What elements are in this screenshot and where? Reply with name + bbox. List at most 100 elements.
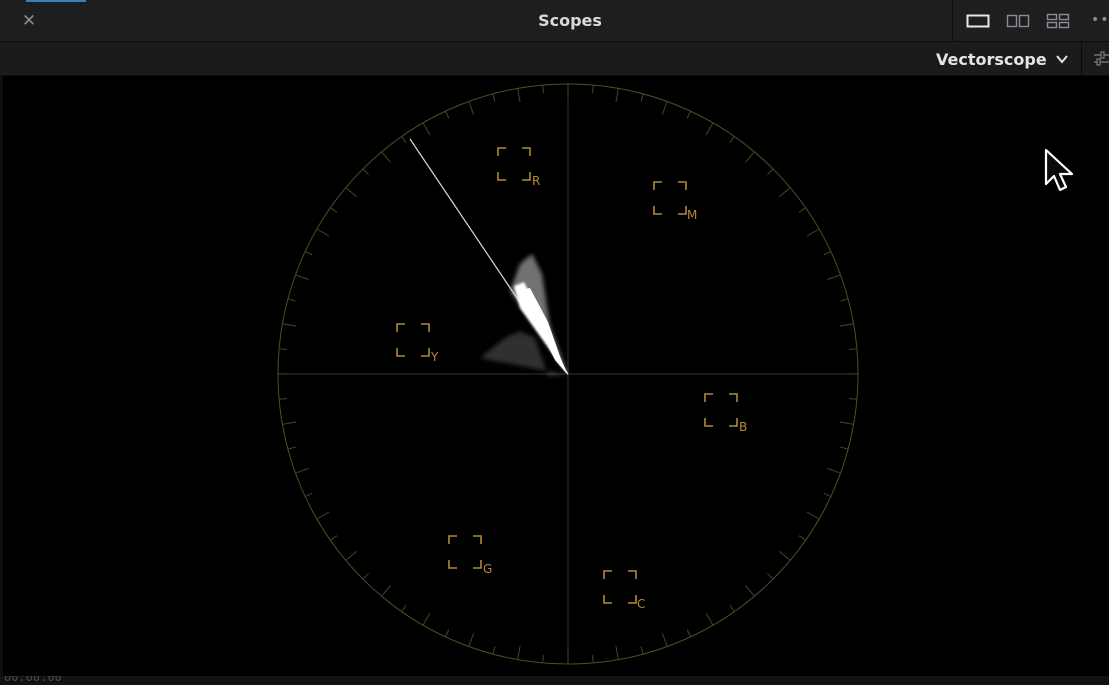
graticule-tick	[517, 645, 521, 660]
graticule-tick	[729, 136, 735, 144]
graticule-tick	[381, 151, 391, 163]
target-label: R	[532, 174, 540, 188]
target-m: M	[653, 181, 697, 222]
graticule-tick	[745, 585, 755, 597]
graticule-tick	[806, 228, 820, 237]
target-label: M	[687, 208, 697, 222]
graticule-tick	[492, 646, 496, 655]
graticule-tick	[686, 629, 692, 638]
graticule-tick	[542, 654, 544, 663]
graticule-tick	[316, 228, 330, 237]
target-r: R	[497, 147, 540, 188]
timecode: 00:00:00	[4, 676, 62, 684]
vectorscope-graticule: R M Y B G C	[277, 83, 859, 665]
graticule-tick	[295, 274, 309, 281]
dual-view-button[interactable]	[1005, 11, 1031, 31]
graticule-tick	[316, 511, 330, 520]
graticule-tick	[592, 85, 594, 94]
chevron-down-icon	[1055, 55, 1068, 64]
graticule-tick	[839, 421, 854, 425]
graticule-tick	[779, 187, 791, 197]
graticule-tick	[282, 421, 297, 425]
graticule-tick	[767, 168, 774, 175]
graticule-tick	[295, 467, 309, 474]
target-label: Y	[430, 350, 439, 364]
graticule-tick	[840, 446, 849, 450]
status-strip: 00:00:00	[0, 676, 1109, 685]
graticule-tick	[661, 633, 668, 647]
sliders-glyph	[1094, 51, 1109, 66]
graticule-tick	[492, 93, 496, 102]
target-y: Y	[396, 323, 439, 364]
vectorscope-trace	[480, 254, 568, 376]
graticule-tick	[705, 122, 714, 136]
title-bar: ✕ Scopes ••	[0, 0, 1109, 42]
target-label: C	[637, 597, 645, 611]
target-b: B	[704, 393, 747, 434]
graticule-tick	[282, 323, 297, 327]
graticule-tick	[444, 110, 450, 119]
graticule-tick	[827, 274, 841, 281]
graticule-tick	[640, 93, 644, 102]
layout-button-group	[952, 0, 1071, 42]
graticule-tick	[705, 612, 714, 626]
graticule-tick	[345, 551, 357, 561]
graticule-tick	[729, 604, 735, 612]
dual-view-icon	[1006, 14, 1030, 28]
graticule-tick	[345, 187, 357, 197]
graticule-tick	[686, 110, 692, 119]
target-label: B	[739, 420, 747, 434]
graticule-tick	[422, 612, 431, 626]
graticule-tick	[840, 298, 849, 302]
graticule-tick	[422, 122, 431, 136]
graticule-tick	[542, 85, 544, 94]
more-options-icon[interactable]: ••	[1091, 12, 1109, 30]
graticule-tick	[287, 298, 296, 302]
graticule-tick	[823, 250, 832, 256]
graticule-tick	[517, 88, 521, 103]
graticule-tick	[640, 646, 644, 655]
graticule-tick	[615, 645, 619, 660]
graticule-tick	[330, 535, 338, 541]
graticule-tick	[381, 585, 391, 597]
scope-toolbar: Vectorscope	[0, 42, 1109, 76]
scope-settings-icon[interactable]	[1092, 49, 1109, 69]
graticule-tick	[444, 629, 450, 638]
graticule-tick	[592, 654, 594, 663]
graticule-tick	[615, 88, 619, 103]
graticule-tick	[745, 151, 755, 163]
graticule-tick	[661, 101, 668, 115]
graticule-tick	[848, 348, 857, 350]
scopes-panel: ✕ Scopes •• Vectorscope R M Y B G C 00:0…	[0, 0, 1109, 685]
scope-type-label: Vectorscope	[936, 49, 1047, 69]
graticule-tick	[279, 348, 288, 350]
quad-view-icon	[1046, 13, 1070, 29]
single-view-button[interactable]	[965, 11, 991, 31]
graticule-tick	[362, 573, 369, 580]
graticule-tick	[287, 446, 296, 450]
graticule-tick	[279, 398, 288, 400]
quad-view-button[interactable]	[1045, 11, 1071, 31]
single-view-icon	[966, 14, 990, 28]
graticule-tick	[468, 633, 475, 647]
graticule-tick	[806, 511, 820, 520]
graticule-tick	[798, 535, 806, 541]
graticule-tick	[767, 573, 774, 580]
graticule-tick	[779, 551, 791, 561]
graticule-tick	[827, 467, 841, 474]
graticule-tick	[823, 492, 832, 498]
graticule-tick	[848, 398, 857, 400]
graticule-tick	[468, 101, 475, 115]
graticule-tick	[798, 207, 806, 213]
target-g: G	[448, 535, 492, 576]
close-icon[interactable]: ✕	[18, 10, 40, 32]
scope-type-dropdown[interactable]: Vectorscope	[936, 47, 1069, 71]
graticule-tick	[401, 604, 407, 612]
graticule-tick	[304, 492, 313, 498]
graticule-tick	[330, 207, 338, 213]
graticule-tick	[839, 323, 854, 327]
panel-title: Scopes	[538, 11, 602, 30]
graticule-tick	[304, 250, 313, 256]
target-c: C	[603, 570, 645, 611]
toolbar-divider	[1081, 42, 1082, 76]
